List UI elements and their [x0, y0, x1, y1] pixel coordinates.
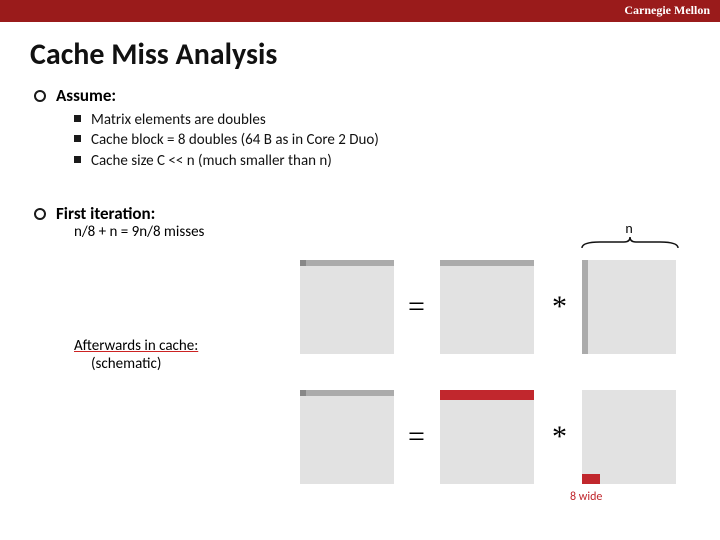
eight-wide-label: 8 wide [570, 490, 602, 504]
first-iter-heading: First iteration: [34, 203, 155, 224]
first-iter-calc: n/8 + n = 9n/8 misses [74, 223, 204, 241]
bullet-ring-icon [34, 208, 46, 220]
matrix-a1 [440, 260, 534, 354]
matrix-b2 [582, 390, 676, 484]
content-area: Assume: Matrix elements are doubles Cach… [0, 85, 720, 171]
c2-cell-shade [300, 390, 306, 396]
after-paren: (schematic) [91, 355, 161, 373]
matrix-c1 [300, 260, 394, 354]
times-1: * [552, 290, 567, 324]
equals-2: = [408, 420, 425, 454]
equals-1: = [408, 290, 425, 324]
c2-row-shade [300, 390, 394, 396]
brand-bar: Carnegie Mellon [0, 0, 720, 22]
assume-item-2: Cache size C << n (much smaller than n) [91, 152, 332, 170]
c1-cell-shade [300, 260, 306, 266]
list-item: Cache size C << n (much smaller than n) [74, 151, 720, 171]
bullet-ring-icon [34, 90, 46, 102]
bullet-square-icon [74, 115, 81, 122]
assume-label: Assume: [56, 85, 116, 106]
n-label: n [623, 220, 635, 237]
slide-title: Cache Miss Analysis [0, 22, 720, 85]
times-2: * [552, 420, 567, 454]
after-cache: Afterwards in cache: (schematic) [74, 337, 198, 373]
brand-text: Carnegie Mellon [624, 3, 710, 17]
matrix-b1 [582, 260, 676, 354]
matrix-c2 [300, 390, 394, 484]
bullet-square-icon [74, 135, 81, 142]
b2-cached-block [582, 474, 600, 484]
assume-item-0: Matrix elements are doubles [91, 111, 266, 129]
b1-col-shade [582, 260, 588, 354]
assume-item-1: Cache block = 8 doubles (64 B as in Core… [91, 131, 379, 149]
assume-list: Matrix elements are doubles Cache block … [74, 110, 720, 171]
brace-icon [580, 236, 680, 250]
after-label: Afterwards in cache: [74, 337, 198, 355]
bullet-square-icon [74, 156, 81, 163]
first-iter-calc-text: n/8 + n = 9n/8 misses [74, 223, 204, 241]
first-iter-label: First iteration: [56, 203, 155, 224]
a2-cached-row [440, 390, 534, 400]
list-item: Cache block = 8 doubles (64 B as in Core… [74, 130, 720, 150]
matrix-a2 [440, 390, 534, 484]
a1-row-shade [440, 260, 534, 266]
diagram: n = * = * 8 wide [300, 250, 710, 530]
c1-row-shade [300, 260, 394, 266]
list-item: Matrix elements are doubles [74, 110, 720, 130]
assume-heading: Assume: [34, 85, 720, 106]
